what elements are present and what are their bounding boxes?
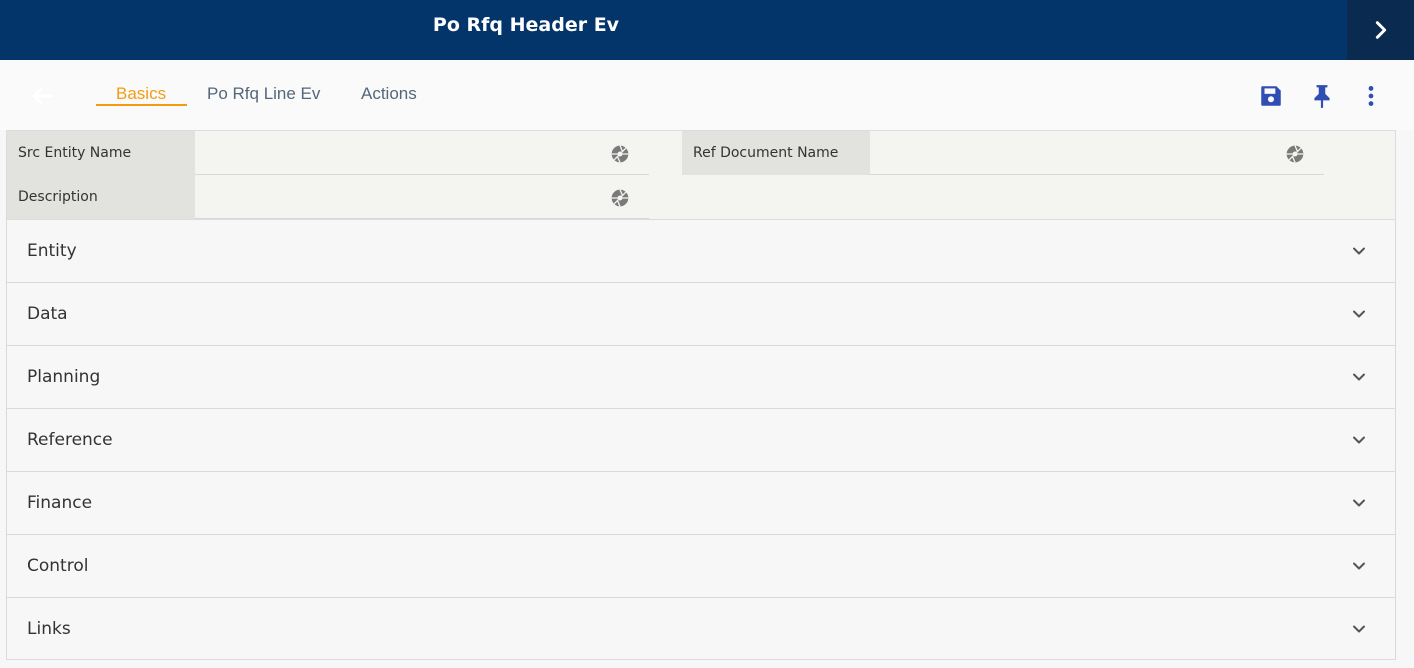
chevron-down-icon <box>1353 310 1365 318</box>
aperture-icon[interactable] <box>610 144 630 164</box>
tab-po-rfq-line-ev[interactable]: Po Rfq Line Ev <box>207 84 320 110</box>
active-tab-indicator <box>96 104 187 106</box>
section-entity[interactable]: Entity <box>6 220 1396 283</box>
section-label: Control <box>27 556 89 576</box>
section-finance[interactable]: Finance <box>6 472 1396 535</box>
section-label: Entity <box>27 241 77 261</box>
section-label: Finance <box>27 493 93 513</box>
field-ref-document-name: Ref Document Name <box>682 131 1324 175</box>
field-label: Description <box>7 175 195 219</box>
section-label: Links <box>27 619 71 639</box>
chevron-down-icon <box>1353 247 1365 255</box>
pin-icon <box>1314 85 1330 108</box>
more-vertical-icon <box>1368 86 1374 106</box>
toolbar: Basics Po Rfq Line Ev Actions <box>0 60 1414 130</box>
chevron-down-icon <box>1353 562 1365 570</box>
src-entity-name-input[interactable] <box>195 131 649 175</box>
chevron-right-icon <box>1375 21 1386 39</box>
field-label: Src Entity Name <box>7 131 195 175</box>
section-data[interactable]: Data <box>6 283 1396 346</box>
basics-form: Src Entity Name Ref Document Name Descri… <box>6 130 1396 220</box>
section-label: Data <box>27 304 68 324</box>
field-description: Description <box>7 175 649 219</box>
chevron-down-icon <box>1353 499 1365 507</box>
field-src-entity-name: Src Entity Name <box>7 131 649 175</box>
app-header: Po Rfq Header Ev <box>0 0 1414 60</box>
tab-actions[interactable]: Actions <box>361 84 417 110</box>
ref-document-name-input[interactable] <box>870 131 1324 175</box>
chevron-down-icon <box>1353 625 1365 633</box>
aperture-icon[interactable] <box>1285 144 1305 164</box>
field-label: Ref Document Name <box>682 131 870 175</box>
section-reference[interactable]: Reference <box>6 409 1396 472</box>
save-button[interactable] <box>1257 82 1285 110</box>
section-label: Reference <box>27 430 113 450</box>
page-title: Po Rfq Header Ev <box>432 14 620 36</box>
chevron-down-icon <box>1353 436 1365 444</box>
back-button[interactable] <box>28 82 56 110</box>
more-options-button[interactable] <box>1357 82 1385 110</box>
section-links[interactable]: Links <box>6 598 1396 660</box>
tab-basics[interactable]: Basics <box>116 84 166 110</box>
chevron-down-icon <box>1353 373 1365 381</box>
section-label: Planning <box>27 367 101 387</box>
description-input[interactable] <box>195 175 649 219</box>
aperture-icon[interactable] <box>610 188 630 208</box>
section-control[interactable]: Control <box>6 535 1396 598</box>
expand-panel-button[interactable] <box>1347 0 1414 60</box>
section-planning[interactable]: Planning <box>6 346 1396 409</box>
arrow-left-icon <box>32 87 53 105</box>
save-icon <box>1261 86 1281 106</box>
pin-button[interactable] <box>1308 82 1336 110</box>
